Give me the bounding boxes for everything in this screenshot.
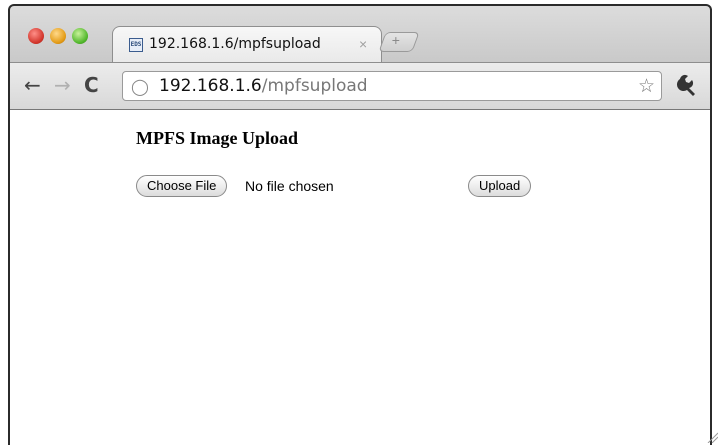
choose-file-button[interactable]: Choose File [136,175,228,197]
url-text[interactable]: 192.168.1.6/mpfsupload [159,76,368,96]
globe-icon: ◯ [131,79,149,96]
tab-close-icon[interactable]: × [359,36,367,52]
reload-icon[interactable]: C [84,73,99,97]
zoom-window-button[interactable] [72,28,88,44]
bookmark-star-icon[interactable]: ☆ [638,75,655,98]
page-title: MPFS Image Upload [136,128,298,148]
tab-active[interactable]: EDS 192.168.1.6/mpfsupload × [112,26,382,63]
upload-button[interactable]: Upload [468,175,532,197]
address-bar[interactable]: ◯ 192.168.1.6/mpfsupload ☆ [122,71,662,101]
wrench-icon[interactable] [676,73,700,97]
forward-arrow-icon[interactable]: → [54,73,71,97]
back-arrow-icon[interactable]: ← [24,73,41,97]
tab-strip: EDS 192.168.1.6/mpfsupload × + [10,6,710,63]
url-path: /mpfsupload [261,76,368,96]
close-window-button[interactable] [28,28,44,44]
favicon-icon: EDS [129,38,143,52]
new-tab-button[interactable]: + [378,32,420,52]
page-viewport [10,110,710,445]
navigation-toolbar: ← → C ◯ 192.168.1.6/mpfsupload ☆ [10,62,710,110]
resize-grip-icon[interactable] [706,431,718,443]
browser-chrome: EDS 192.168.1.6/mpfsupload × + ← → C ◯ 1… [10,6,710,110]
plus-icon: + [391,32,400,48]
tab-title: 192.168.1.6/mpfsupload [149,36,321,52]
minimize-window-button[interactable] [50,28,66,44]
file-status-text: No file chosen [245,178,334,194]
url-host: 192.168.1.6 [159,76,262,96]
